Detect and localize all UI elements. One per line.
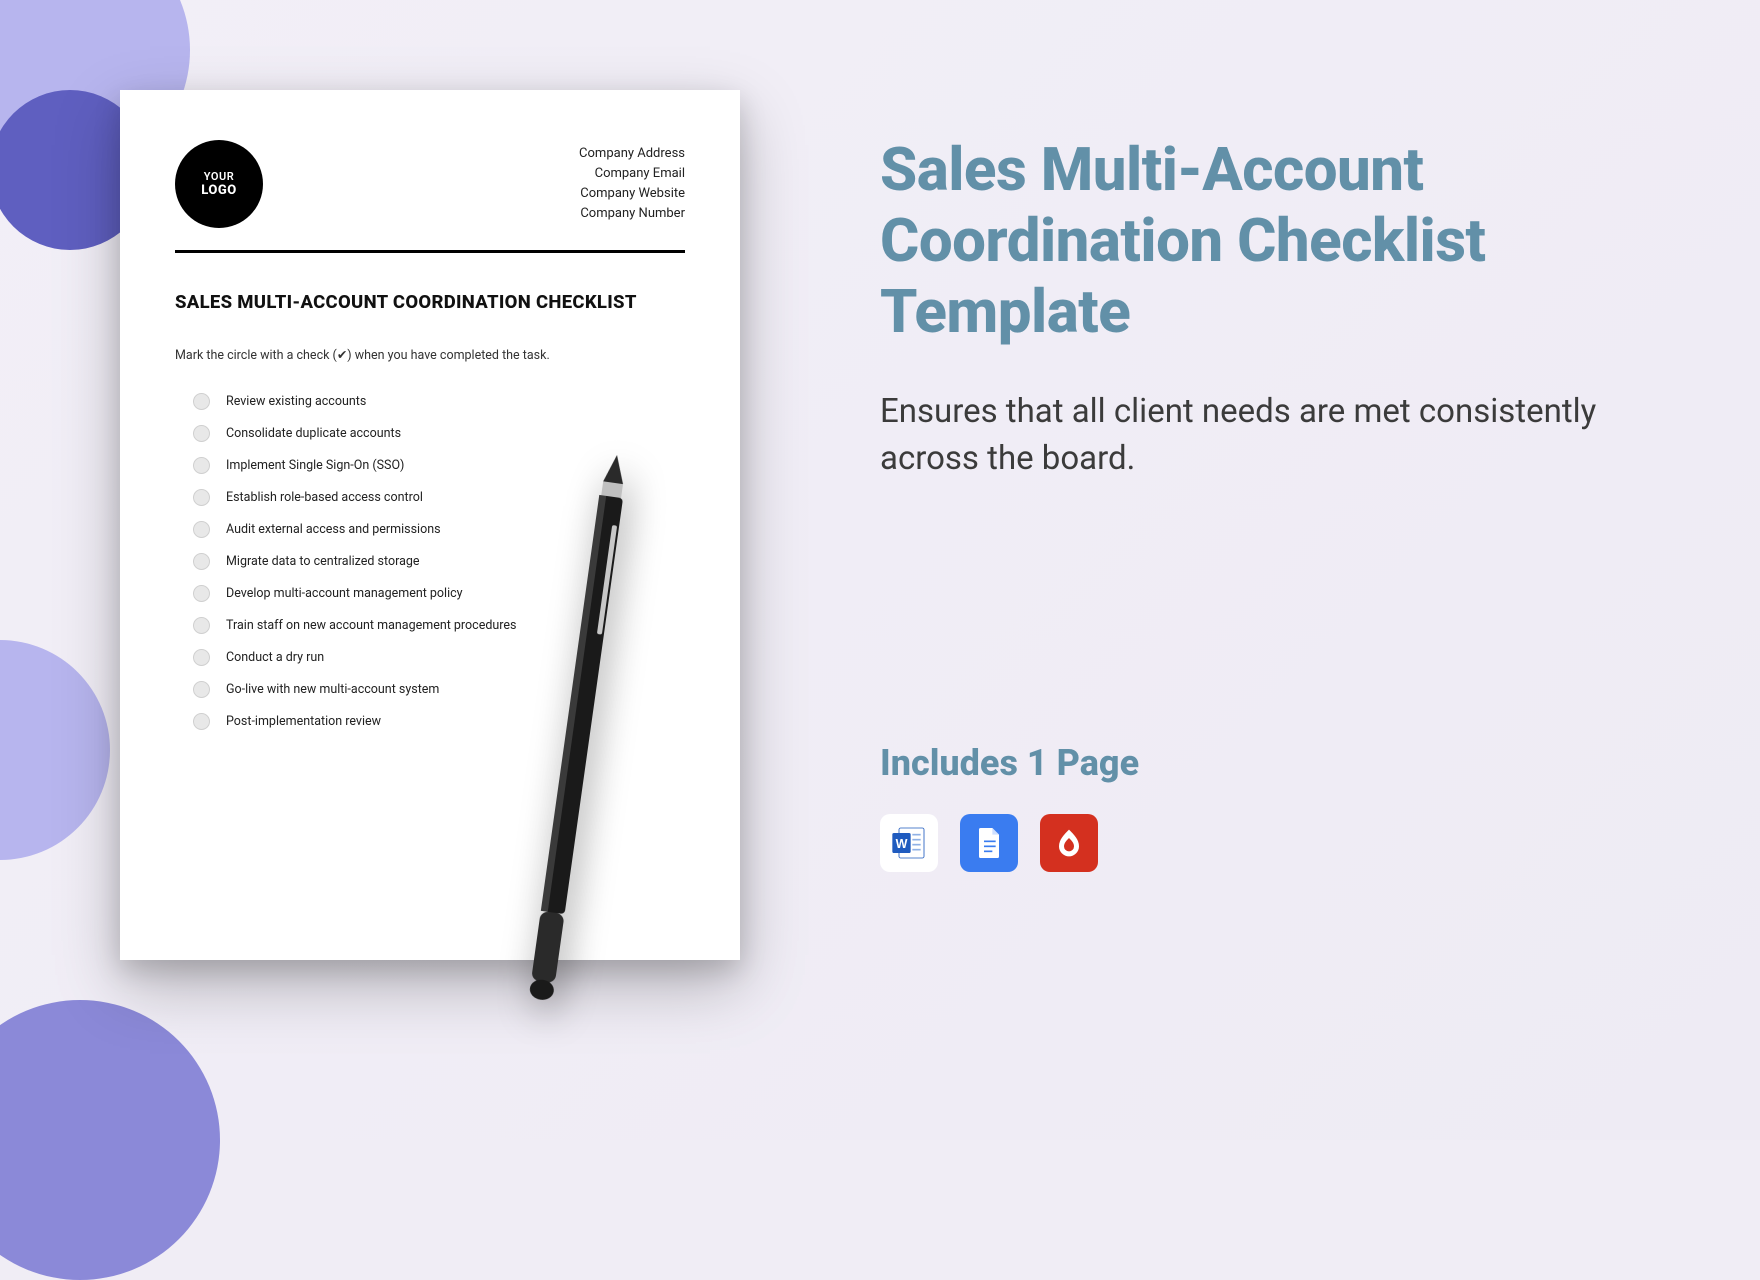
divider [175,250,685,253]
item-text: Audit external access and permissions [226,522,441,537]
checkbox-icon [193,393,210,410]
list-item: Review existing accounts [193,385,685,417]
item-text: Go-live with new multi-account system [226,682,439,697]
template-title: Sales Multi-Account Coordination Checkli… [880,135,1670,347]
company-line: Company Number [579,204,685,224]
item-text: Migrate data to centralized storage [226,554,420,569]
doc-title: SALES MULTI-ACCOUNT COORDINATION CHECKLI… [175,291,685,313]
list-item: Consolidate duplicate accounts [193,417,685,449]
checkbox-icon [193,521,210,538]
checkbox-icon [193,649,210,666]
logo-placeholder: YOUR LOGO [175,140,263,228]
checkbox-icon [193,681,210,698]
list-item: Go-live with new multi-account system [193,673,685,705]
google-docs-icon[interactable] [960,814,1018,872]
template-description: Ensures that all client needs are met co… [880,389,1670,481]
doc-header: YOUR LOGO Company Address Company Email … [175,140,685,228]
file-format-row: W [880,814,1670,872]
word-icon[interactable]: W [880,814,938,872]
item-text: Establish role-based access control [226,490,423,505]
checkbox-icon [193,425,210,442]
company-line: Company Address [579,144,685,164]
checkbox-icon [193,617,210,634]
item-text: Train staff on new account management pr… [226,618,517,633]
list-item: Post-implementation review [193,705,685,737]
doc-instruction: Mark the circle with a check (✔) when yo… [175,347,685,363]
checkbox-icon [193,489,210,506]
item-text: Consolidate duplicate accounts [226,426,401,441]
item-text: Conduct a dry run [226,650,324,665]
svg-text:W: W [896,837,908,851]
logo-line-1: YOUR [204,170,234,183]
company-line: Company Website [579,184,685,204]
item-text: Implement Single Sign-On (SSO) [226,458,404,473]
item-text: Post-implementation review [226,714,381,729]
checkbox-icon [193,457,210,474]
checkbox-icon [193,553,210,570]
item-text: Review existing accounts [226,394,366,409]
includes-label: Includes 1 Page [880,742,1670,784]
item-text: Develop multi-account management policy [226,586,463,601]
checkbox-icon [193,585,210,602]
company-info: Company Address Company Email Company We… [579,140,685,225]
promo-column: Sales Multi-Account Coordination Checkli… [880,135,1670,872]
document-preview: YOUR LOGO Company Address Company Email … [120,90,740,960]
checkbox-icon [193,713,210,730]
logo-line-2: LOGO [201,183,236,199]
pdf-icon[interactable] [1040,814,1098,872]
company-line: Company Email [579,164,685,184]
